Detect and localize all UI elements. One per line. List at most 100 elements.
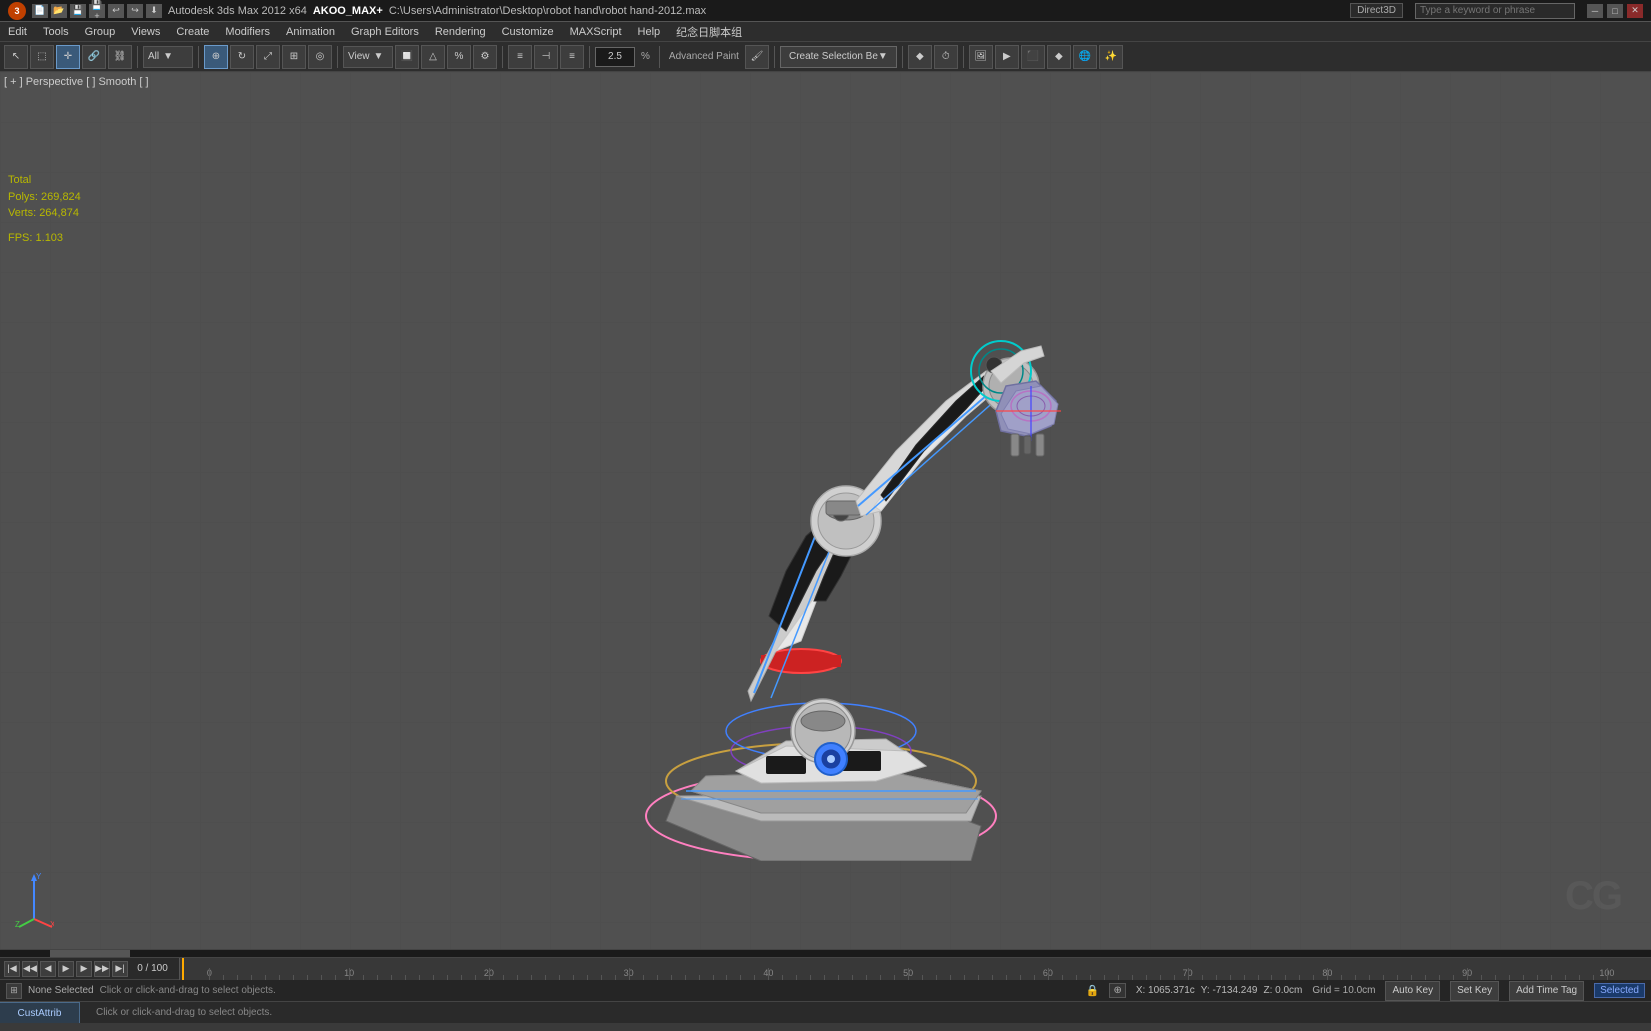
tick-line-29 bbox=[615, 975, 616, 980]
click-hint: Click or click-and-drag to select object… bbox=[96, 1007, 272, 1018]
tick-line-78 bbox=[1299, 975, 1300, 980]
project-name: AKOO_MAX+ bbox=[313, 5, 383, 17]
key-frame-btn[interactable]: ◆ bbox=[908, 45, 932, 69]
render-setup-btn[interactable]: 🖼 bbox=[969, 45, 993, 69]
material-editor-btn[interactable]: ◆ bbox=[1047, 45, 1071, 69]
status-bar: ⊞ None Selected Click or click-and-drag … bbox=[0, 979, 1651, 1001]
tick-line-76 bbox=[1271, 975, 1272, 980]
timeline-track[interactable]: 0102030405060708090100 bbox=[179, 958, 1651, 980]
cust-attrib-tab[interactable]: CustAttrib bbox=[0, 1002, 80, 1023]
render-env-btn[interactable]: 🌐 bbox=[1073, 45, 1097, 69]
menu-item-create[interactable]: Create bbox=[168, 22, 217, 41]
select-object-btn[interactable]: ↖ bbox=[4, 45, 28, 69]
tick-line-15 bbox=[419, 975, 420, 980]
title-bar: 3 📄 📂 💾 💾+ ↩ ↪ ⬇ Autodesk 3ds Max 2012 x… bbox=[0, 0, 1651, 22]
menu-item-tools[interactable]: Tools bbox=[35, 22, 77, 41]
bottom-strip: CustAttrib Click or click-and-drag to se… bbox=[0, 1001, 1651, 1023]
tick-line-61 bbox=[1062, 975, 1063, 980]
pivot-btn[interactable]: ◎ bbox=[308, 45, 332, 69]
render-active-btn[interactable]: ⬛ bbox=[1021, 45, 1045, 69]
tick-line-17 bbox=[447, 975, 448, 980]
select-move-btn[interactable]: ✛ bbox=[56, 45, 80, 69]
unlink-btn[interactable]: ⛓ bbox=[108, 45, 132, 69]
filter-chevron: ▼ bbox=[163, 51, 173, 62]
hint-area: Click or click-and-drag to select object… bbox=[88, 1007, 280, 1018]
menu-item-group[interactable]: Group bbox=[77, 22, 124, 41]
sep4 bbox=[502, 46, 503, 68]
redo-btn[interactable]: ↪ bbox=[127, 4, 143, 18]
tick-line-69 bbox=[1174, 975, 1175, 980]
mirror-btn[interactable]: ⊣ bbox=[534, 45, 558, 69]
save-as-btn[interactable]: 💾+ bbox=[89, 4, 105, 18]
add-time-tag-btn[interactable]: Add Time Tag bbox=[1509, 981, 1584, 1001]
undo-btn[interactable]: ↩ bbox=[108, 4, 124, 18]
tick-line-27 bbox=[587, 975, 588, 980]
tick-line-21 bbox=[503, 975, 504, 980]
render-btn[interactable]: ▶ bbox=[995, 45, 1019, 69]
auto-key-btn[interactable]: Auto Key bbox=[1385, 981, 1440, 1001]
filter-value: All bbox=[148, 51, 159, 62]
x-coord: X: 1065.371c bbox=[1136, 985, 1195, 996]
viewport[interactable]: [ + ] Perspective [ ] Smooth [ ] Total P… bbox=[0, 72, 1651, 949]
close-btn[interactable]: ✕ bbox=[1627, 4, 1643, 18]
align-btn[interactable]: ≡ bbox=[560, 45, 584, 69]
menu-item-edit[interactable]: Edit bbox=[0, 22, 35, 41]
next-frame-btn[interactable]: ▶▶ bbox=[94, 961, 110, 977]
title-left: 3 📄 📂 💾 💾+ ↩ ↪ ⬇ Autodesk 3ds Max 2012 x… bbox=[8, 2, 706, 20]
select-region-btn[interactable]: ⬚ bbox=[30, 45, 54, 69]
percent-snap-btn[interactable]: % bbox=[447, 45, 471, 69]
timeline-scrollbar[interactable] bbox=[0, 949, 1651, 957]
snap-btn[interactable]: 🔲 bbox=[395, 45, 419, 69]
play-btn[interactable]: ▶ bbox=[58, 961, 74, 977]
timeline-nav: |◀ ◀◀ ◀ ▶ ▶ ▶▶ ▶| 0 / 100 bbox=[0, 961, 179, 977]
coord-mode-icon: ⊕ bbox=[1109, 983, 1125, 998]
search-input[interactable] bbox=[1415, 3, 1575, 19]
tick-line-23 bbox=[531, 975, 532, 980]
tick-line-64 bbox=[1104, 975, 1105, 980]
maximize-btn[interactable]: □ bbox=[1607, 4, 1623, 18]
edit-named-sel-btn[interactable]: ≡ bbox=[508, 45, 532, 69]
tick-line-11 bbox=[363, 975, 364, 980]
svg-text:Z: Z bbox=[15, 920, 20, 929]
prev-key-btn[interactable]: ◀ bbox=[40, 961, 56, 977]
tick-line-56 bbox=[992, 975, 993, 980]
angle-snap-btn[interactable]: △ bbox=[421, 45, 445, 69]
sep1 bbox=[137, 46, 138, 68]
lock-icon: 🔒 bbox=[1086, 984, 1100, 997]
menu-item-maxscript[interactable]: MAXScript bbox=[562, 22, 630, 41]
view-dropdown[interactable]: View ▼ bbox=[343, 46, 393, 68]
menu-item-notes[interactable]: 纪念日脚本组 bbox=[668, 22, 750, 41]
next-key-btn[interactable]: ▶ bbox=[76, 961, 92, 977]
create-selection-btn[interactable]: Create Selection Be ▼ bbox=[780, 46, 897, 68]
filter-dropdown[interactable]: All ▼ bbox=[143, 46, 193, 68]
select-scale2-btn[interactable]: ⊞ bbox=[282, 45, 306, 69]
paint-btn[interactable]: 🖌 bbox=[745, 45, 769, 69]
menu-item-views[interactable]: Views bbox=[123, 22, 168, 41]
prev-frame-btn[interactable]: ◀◀ bbox=[22, 961, 38, 977]
effects-btn[interactable]: ✨ bbox=[1099, 45, 1123, 69]
spinner-snap-btn[interactable]: ⚙ bbox=[473, 45, 497, 69]
save-file-btn[interactable]: 💾 bbox=[70, 4, 86, 18]
tick-line-65 bbox=[1118, 975, 1119, 980]
select-move-btn2[interactable]: ⊕ bbox=[204, 45, 228, 69]
go-start-btn[interactable]: |◀ bbox=[4, 961, 20, 977]
new-file-btn[interactable]: 📄 bbox=[32, 4, 48, 18]
time-btn[interactable]: ⏱ bbox=[934, 45, 958, 69]
minimize-btn[interactable]: ─ bbox=[1587, 4, 1603, 18]
menu-item-animation[interactable]: Animation bbox=[278, 22, 343, 41]
go-end-btn[interactable]: ▶| bbox=[112, 961, 128, 977]
open-file-btn[interactable]: 📂 bbox=[51, 4, 67, 18]
menu-item-customize[interactable]: Customize bbox=[494, 22, 562, 41]
link-btn[interactable]: 🔗 bbox=[82, 45, 106, 69]
history-btn[interactable]: ⬇ bbox=[146, 4, 162, 18]
set-key-btn[interactable]: Set Key bbox=[1450, 981, 1499, 1001]
select-rotate-btn[interactable]: ↻ bbox=[230, 45, 254, 69]
tick-line-34 bbox=[685, 975, 686, 980]
menu-item-graph-editors[interactable]: Graph Editors bbox=[343, 22, 427, 41]
select-scale-btn[interactable]: ⤢ bbox=[256, 45, 280, 69]
scrollbar-thumb[interactable] bbox=[50, 950, 130, 957]
menu-item-help[interactable]: Help bbox=[630, 22, 669, 41]
menu-item-rendering[interactable]: Rendering bbox=[427, 22, 494, 41]
percent-input[interactable] bbox=[595, 47, 635, 67]
menu-item-modifiers[interactable]: Modifiers bbox=[217, 22, 278, 41]
